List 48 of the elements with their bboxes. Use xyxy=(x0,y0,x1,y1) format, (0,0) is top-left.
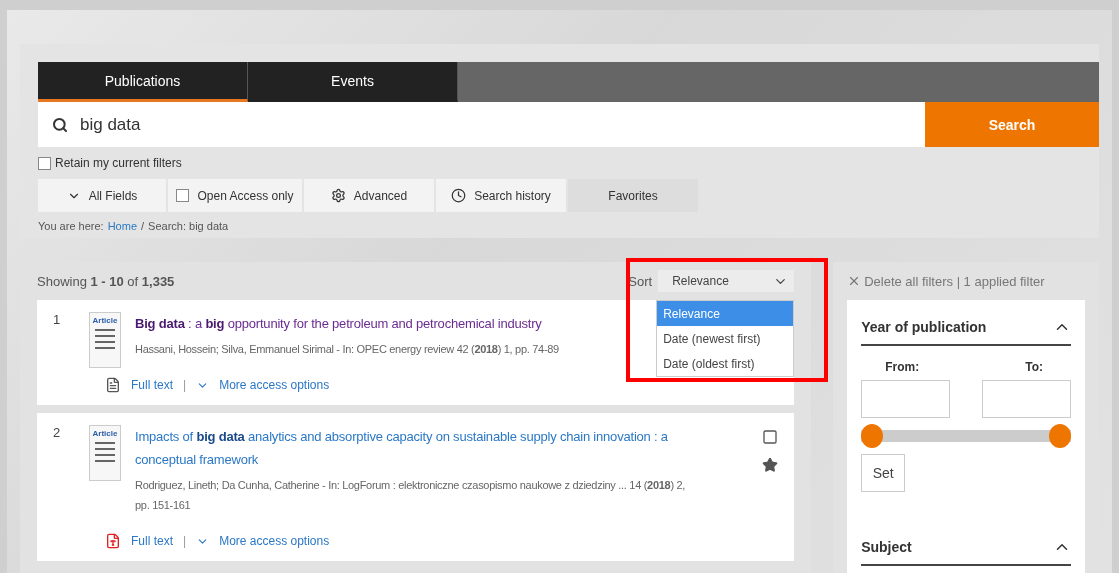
link-separator: | xyxy=(183,534,187,548)
breadcrumb-label: You are here: xyxy=(38,220,104,232)
more-access-link[interactable]: More access options xyxy=(219,534,330,548)
checkbox[interactable] xyxy=(176,189,190,202)
clock-icon xyxy=(451,188,467,203)
link-separator: | xyxy=(183,378,187,392)
gear-icon xyxy=(330,188,346,203)
to-field[interactable] xyxy=(982,380,1071,418)
from-label: From: xyxy=(885,360,920,374)
breadcrumb-link[interactable]: Home xyxy=(107,220,137,232)
star-icon xyxy=(762,457,779,473)
bookmark-checkbox-icon xyxy=(762,429,779,445)
full-text-link[interactable]: Full text xyxy=(131,378,173,392)
results-summary: Showing 1 - 10 of 1,335 xyxy=(37,273,175,289)
slider-thumb[interactable] xyxy=(1049,424,1071,448)
more-access-link[interactable]: More access options xyxy=(219,378,330,392)
sort-label: Sort xyxy=(628,273,653,289)
slider-thumb[interactable] xyxy=(861,424,884,448)
breadcrumb-current: Search: big data xyxy=(148,220,229,232)
from-field[interactable] xyxy=(861,380,951,418)
breadcrumb-separator: / xyxy=(141,220,145,232)
option-button[interactable]: Advanced xyxy=(304,179,434,212)
result-number: 2 xyxy=(53,425,62,442)
checkbox-label: Retain my current filters xyxy=(55,156,182,170)
search-field[interactable]: big data xyxy=(38,102,925,147)
option-button[interactable]: All Fields xyxy=(38,179,166,212)
option-button[interactable]: Open Access only xyxy=(168,179,302,212)
tab[interactable]: Events xyxy=(248,62,458,102)
delete-filters-link[interactable]: Delete all filters | 1 applied filter xyxy=(864,273,1045,289)
filter-title: Year of publication xyxy=(861,319,987,335)
article-thumbnail: Article xyxy=(89,312,121,368)
article-thumbnail: Article xyxy=(89,425,121,481)
search-icon xyxy=(52,116,68,133)
result-number: 1 xyxy=(53,312,62,329)
pdf-icon xyxy=(105,533,121,549)
sort-dropdown[interactable]: Relevance xyxy=(658,270,795,292)
document-icon xyxy=(105,377,121,393)
tab[interactable]: Publications xyxy=(38,62,248,102)
full-text-link[interactable]: Full text xyxy=(131,534,173,548)
option-button[interactable]: Favorites xyxy=(568,179,698,212)
set-button[interactable]: Set xyxy=(861,454,906,492)
result-title-link[interactable]: Impacts of big data analytics and absorptive capacity on sustainable supply chain innovation : a conceptual framework xyxy=(135,425,695,471)
result-authors: Rodriguez, Lineth; Da Cunha, Catherine - In: LogForum : elektroniczne czasopismo naukowe z dziedziny ... 14 (2018) 2, pp. 151-161 xyxy=(135,478,687,513)
option-button[interactable]: Search history xyxy=(436,179,566,212)
checkbox[interactable] xyxy=(38,156,51,170)
result-authors: Hassani, Hossein; Silva, Emmanuel Sirimal - In: OPEC energy review 42 (2018) 1, pp. 74-89 xyxy=(135,342,559,357)
to-label: To: xyxy=(1025,360,1043,374)
filter-title: Subject xyxy=(861,539,912,555)
